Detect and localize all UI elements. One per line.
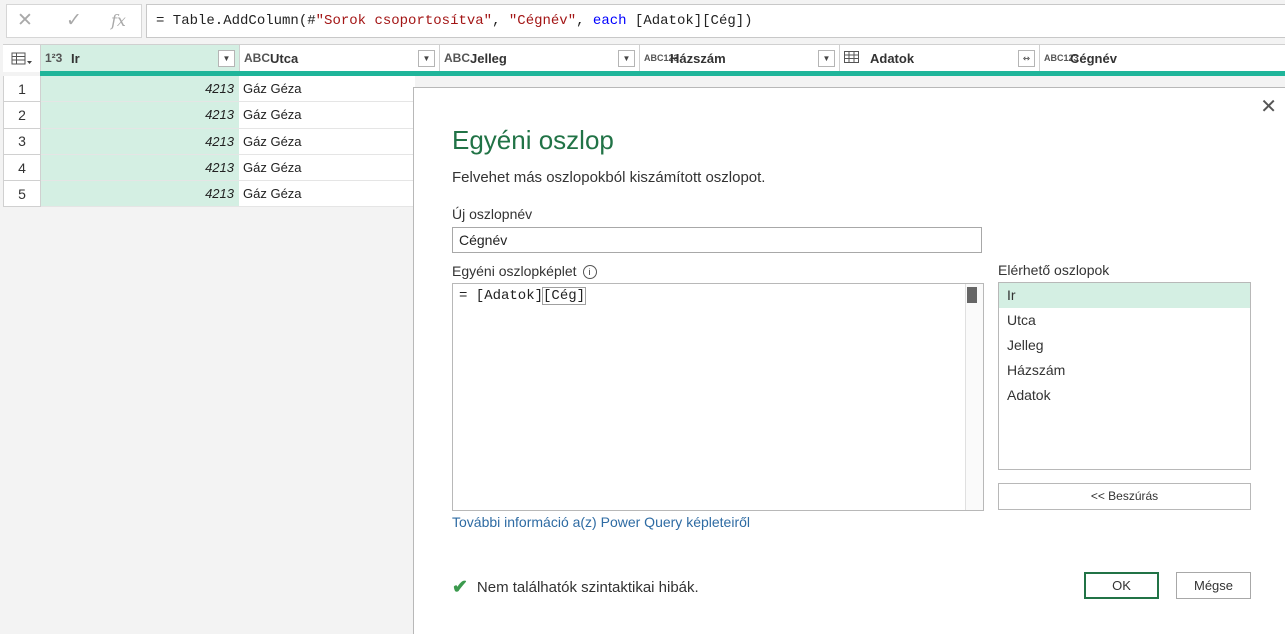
column-header-adatok[interactable]: Adatok ⇿ <box>840 45 1040 72</box>
row-number[interactable]: 1 <box>3 76 41 103</box>
check-icon: ✔ <box>452 577 468 598</box>
ok-button[interactable]: OK <box>1084 572 1159 599</box>
formula-input[interactable]: = Table.AddColumn(#"Sorok csoportosítva"… <box>146 4 1285 38</box>
formula-bar-buttons: ✕ ✓ fx <box>6 4 142 38</box>
info-icon[interactable]: i <box>582 265 597 279</box>
help-link[interactable]: További információ a(z) Power Query képl… <box>452 514 750 530</box>
formula-bar: ✕ ✓ fx = Table.AddColumn(#"Sorok csoport… <box>0 0 1285 46</box>
insert-button[interactable]: << Beszúrás <box>998 483 1251 510</box>
cell-utca[interactable]: Gáz Géza <box>239 154 415 182</box>
scrollbar-thumb[interactable] <box>967 287 977 303</box>
column-header-utca[interactable]: ABC Utca ▼ <box>240 45 440 72</box>
available-columns-label: Elérhető oszlopok <box>998 262 1110 278</box>
available-columns-list: Ir Utca Jelleg Házszám Adatok <box>998 282 1251 470</box>
filter-dropdown-icon[interactable]: ▼ <box>218 50 235 67</box>
scrollbar[interactable] <box>965 284 983 510</box>
cell-utca[interactable]: Gáz Géza <box>239 76 415 103</box>
table-row: 5 4213 Gáz Géza <box>3 181 415 208</box>
cell-ir[interactable]: 4213 <box>41 76 239 103</box>
dialog-title: Egyéni oszlop <box>452 125 614 155</box>
custom-column-dialog: ✕ Egyéni oszlop Felvehet más oszlopokból… <box>413 87 1285 634</box>
any-type-icon[interactable]: ABC123 <box>1044 54 1079 63</box>
cell-ir[interactable]: 4213 <box>41 128 239 155</box>
row-number[interactable]: 5 <box>3 181 41 208</box>
list-item[interactable]: Ir <box>999 283 1250 308</box>
cell-utca[interactable]: Gáz Géza <box>239 128 415 155</box>
cell-ir[interactable]: 4213 <box>41 102 239 129</box>
table-row: 1 4213 Gáz Géza <box>3 76 415 103</box>
table-row: 2 4213 Gáz Géza <box>3 102 415 129</box>
text-type-icon[interactable]: ABC <box>444 52 470 64</box>
filter-dropdown-icon[interactable]: ▼ <box>618 50 635 67</box>
close-icon[interactable]: ✕ <box>1260 94 1277 119</box>
grid-header: 1²3 Ir ▼ ABC Utca ▼ ABC Jelleg ▼ ABC123 … <box>3 44 1285 72</box>
formula-text: = [Adatok][Cég] <box>459 287 587 305</box>
column-header-ir[interactable]: 1²3 Ir ▼ <box>41 45 240 72</box>
row-number[interactable]: 4 <box>3 154 41 182</box>
column-name-label: Új oszlopnév <box>452 206 533 222</box>
table-row: 4 4213 Gáz Géza <box>3 154 415 182</box>
column-header-hazszam[interactable]: ABC123 Házszám ▼ <box>640 45 840 72</box>
text-type-icon[interactable]: ABC <box>244 52 270 64</box>
column-name-input[interactable]: Cégnév <box>452 227 982 253</box>
list-item[interactable]: Adatok <box>999 383 1250 408</box>
cancel-button[interactable]: Mégse <box>1176 572 1251 599</box>
dialog-subtitle: Felvehet más oszlopokból kiszámított osz… <box>452 169 766 186</box>
list-item[interactable]: Utca <box>999 308 1250 333</box>
cell-utca[interactable]: Gáz Géza <box>239 181 415 208</box>
row-number[interactable]: 3 <box>3 128 41 155</box>
formula-editor[interactable]: = [Adatok][Cég] <box>452 283 984 511</box>
cancel-icon[interactable]: ✕ <box>17 9 33 32</box>
row-number[interactable]: 2 <box>3 102 41 129</box>
expand-column-icon[interactable]: ⇿ <box>1018 50 1035 67</box>
list-item[interactable]: Jelleg <box>999 333 1250 358</box>
filter-dropdown-icon[interactable]: ▼ <box>818 50 835 67</box>
list-item[interactable]: Házszám <box>999 358 1250 383</box>
any-type-icon[interactable]: ABC123 <box>644 54 679 63</box>
table-menu-icon[interactable] <box>3 45 41 72</box>
fx-icon[interactable]: fx <box>111 11 126 30</box>
grid-body: 1 4213 Gáz Géza 2 4213 Gáz Géza 3 4213 G… <box>3 76 415 208</box>
column-header-jelleg[interactable]: ABC Jelleg ▼ <box>440 45 640 72</box>
table-row: 3 4213 Gáz Géza <box>3 128 415 155</box>
cell-utca[interactable]: Gáz Géza <box>239 102 415 129</box>
formula-label: Egyéni oszlopképlet i <box>452 263 597 279</box>
syntax-status: ✔ Nem találhatók szintaktikai hibák. <box>452 577 699 598</box>
cell-ir[interactable]: 4213 <box>41 154 239 182</box>
table-type-icon[interactable] <box>844 51 868 66</box>
number-type-icon[interactable]: 1²3 <box>45 52 69 64</box>
confirm-icon[interactable]: ✓ <box>66 9 82 32</box>
filter-dropdown-icon[interactable]: ▼ <box>418 50 435 67</box>
cell-ir[interactable]: 4213 <box>41 181 239 208</box>
column-header-cegnev[interactable]: ABC123 Cégnév <box>1040 45 1285 72</box>
